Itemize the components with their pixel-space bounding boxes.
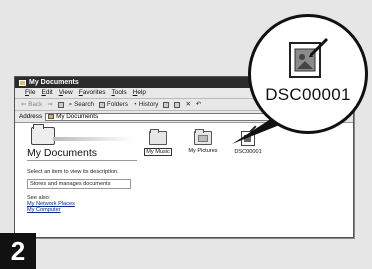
menu-help[interactable]: Help [133, 88, 146, 98]
move-to-button[interactable] [163, 99, 170, 110]
divider [27, 160, 137, 161]
header-gradient [53, 137, 133, 141]
callout-file-name: DSC00001 [265, 85, 351, 104]
search-button[interactable]: ⌕ Search [69, 99, 94, 110]
back-label: Back [28, 101, 43, 108]
window-title: My Documents [29, 79, 79, 86]
move-to-icon [163, 101, 170, 108]
history-label: History [138, 101, 159, 108]
folder-icon [19, 79, 26, 86]
folders-icon [99, 101, 106, 108]
forward-arrow-icon: ⇒ [47, 101, 53, 108]
link-my-computer[interactable]: My Computer [27, 207, 137, 213]
address-path: My Documents [56, 112, 99, 120]
file-item-my-music[interactable]: My Music [141, 129, 175, 156]
search-label: Search [74, 101, 95, 108]
back-arrow-icon: ⇐ [21, 101, 27, 108]
copy-to-icon [174, 101, 181, 108]
undo-button[interactable]: ↶ [196, 99, 201, 110]
documents-folder-icon [31, 124, 55, 145]
zoom-callout: DSC00001 [248, 14, 368, 134]
back-button[interactable]: ⇐ Back [21, 99, 42, 110]
menu-favorites[interactable]: Favorites [79, 88, 106, 98]
forward-button[interactable]: ⇒ [47, 99, 52, 110]
address-label: Address [19, 113, 43, 120]
delete-icon: ✕ [185, 101, 191, 108]
file-item-my-pictures[interactable]: My Pictures [186, 129, 220, 156]
delete-button[interactable]: ✕ [185, 99, 190, 110]
menu-file[interactable]: File [25, 88, 36, 98]
folder-icon [48, 114, 55, 119]
file-name: My Music [144, 148, 172, 156]
file-name: My Pictures [188, 148, 218, 154]
menu-edit[interactable]: Edit [42, 88, 53, 98]
folders-button[interactable]: Folders [99, 99, 128, 110]
up-folder-icon [57, 101, 64, 108]
menu-tools[interactable]: Tools [111, 88, 126, 98]
pane-description: Stores and manages documents [27, 179, 131, 189]
step-number-badge: 2 [0, 233, 36, 269]
menu-view[interactable]: View [59, 88, 73, 98]
copy-to-button[interactable] [174, 99, 181, 110]
file-name: DSC00001 [234, 149, 262, 155]
search-icon: ⌕ [68, 101, 73, 108]
image-file-icon [289, 37, 329, 78]
history-icon: ◔ [133, 101, 137, 108]
pane-hint: Select an item to view its description. [27, 169, 119, 175]
folder-icon [149, 129, 167, 145]
undo-icon: ↶ [195, 101, 202, 108]
folders-label: Folders [107, 101, 129, 108]
pane-title: My Documents [27, 147, 98, 159]
task-pane: My Documents Select an item to view its … [27, 124, 137, 213]
pictures-folder-icon [194, 129, 212, 145]
up-folder-button[interactable] [57, 99, 64, 110]
history-button[interactable]: ◔ History [133, 99, 158, 110]
instruction-panel: My Documents File Edit View Favorites To… [0, 0, 372, 269]
